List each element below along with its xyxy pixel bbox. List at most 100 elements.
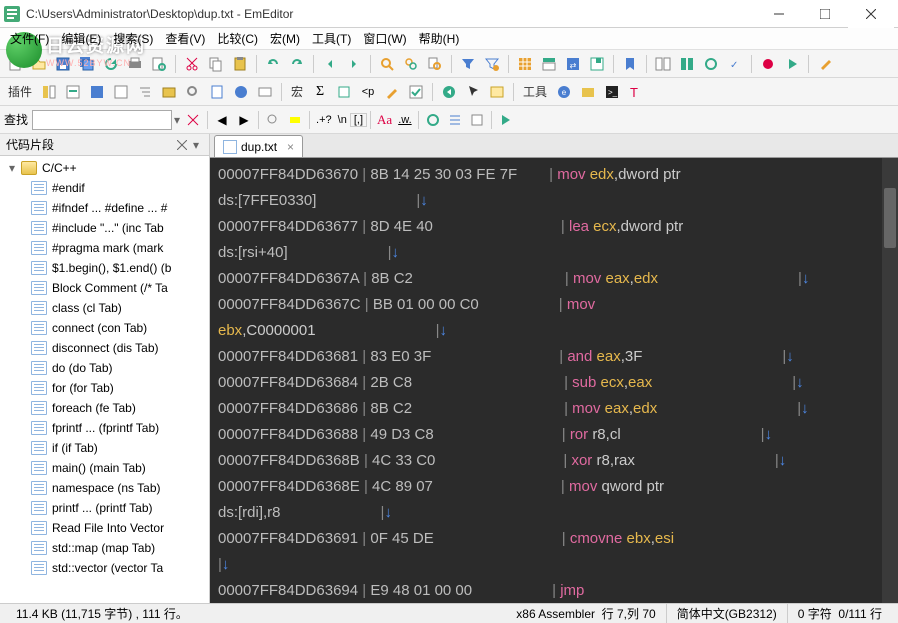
search-plugin-icon[interactable]: [182, 81, 204, 103]
snippets-pin-icon[interactable]: ▾: [189, 138, 203, 152]
convert-csv-icon[interactable]: ⇄: [562, 53, 584, 75]
csv-mode-icon[interactable]: [514, 53, 536, 75]
sigma-icon[interactable]: Σ: [309, 81, 331, 103]
wordcomplete-icon[interactable]: [254, 81, 276, 103]
filter-icon[interactable]: [457, 53, 479, 75]
find-in-files-icon[interactable]: [424, 53, 446, 75]
snippet-item[interactable]: Read File Into Vector: [0, 518, 209, 538]
snippet-item[interactable]: std::map (map Tab): [0, 538, 209, 558]
heading-icon[interactable]: [538, 53, 560, 75]
snippet-item[interactable]: do (do Tab): [0, 358, 209, 378]
snippets-close-icon[interactable]: [175, 138, 189, 152]
close-button[interactable]: [848, 0, 894, 28]
snippet-item[interactable]: printf ... (printf Tab): [0, 498, 209, 518]
macro-check-icon[interactable]: [405, 81, 427, 103]
browser-icon[interactable]: e: [553, 81, 575, 103]
opendoc-icon[interactable]: [110, 81, 132, 103]
maximize-button[interactable]: [802, 0, 848, 28]
go-back-icon[interactable]: [438, 81, 460, 103]
paste-icon[interactable]: [229, 53, 251, 75]
properties-icon[interactable]: [814, 53, 836, 75]
find-case-icon[interactable]: Aa: [374, 112, 395, 128]
snippet-item[interactable]: main() (main Tab): [0, 458, 209, 478]
bookmark-icon[interactable]: [619, 53, 641, 75]
customize-icon[interactable]: T: [625, 81, 647, 103]
forward-icon[interactable]: [343, 53, 365, 75]
snippet-item[interactable]: if (if Tab): [0, 438, 209, 458]
run-macro-icon[interactable]: [781, 53, 803, 75]
cmd-icon[interactable]: >_: [601, 81, 623, 103]
macro-clean-icon[interactable]: [381, 81, 403, 103]
find-incremental-icon[interactable]: [262, 109, 284, 131]
menu-macro[interactable]: 宏(M): [264, 28, 306, 49]
sync-scroll-icon[interactable]: [676, 53, 698, 75]
snippet-item[interactable]: disconnect (dis Tab): [0, 338, 209, 358]
menu-compare[interactable]: 比较(C): [211, 28, 264, 49]
snippets-icon[interactable]: [206, 81, 228, 103]
find-advanced-icon[interactable]: [466, 109, 488, 131]
find-dropdown-icon[interactable]: ▾: [172, 113, 182, 127]
explorer2-icon[interactable]: [577, 81, 599, 103]
find-regex-icon[interactable]: .+?: [313, 114, 335, 126]
menu-search[interactable]: 搜索(S): [107, 28, 159, 49]
snippet-item[interactable]: $1.begin(), $1.end() (b: [0, 258, 209, 278]
snippet-item[interactable]: #endif: [0, 178, 209, 198]
menu-file[interactable]: 文件(F): [4, 28, 55, 49]
redo-icon[interactable]: [286, 53, 308, 75]
tree-folder-root[interactable]: ▾C/C++: [0, 158, 209, 178]
find-icon[interactable]: [376, 53, 398, 75]
macro-validate-icon[interactable]: [333, 81, 355, 103]
snippet-item[interactable]: namespace (ns Tab): [0, 478, 209, 498]
find-prev-icon[interactable]: ◀: [211, 109, 233, 131]
replace-icon[interactable]: [400, 53, 422, 75]
macro-tag-icon[interactable]: <p: [357, 81, 379, 103]
tab-dup[interactable]: dup.txt ×: [214, 135, 303, 157]
copy-icon[interactable]: [205, 53, 227, 75]
wrap-icon[interactable]: [486, 81, 508, 103]
outline-icon[interactable]: [134, 81, 156, 103]
find-count-icon[interactable]: [444, 109, 466, 131]
htmlbar-icon[interactable]: [86, 81, 108, 103]
find-go-icon[interactable]: [495, 109, 517, 131]
snippet-item[interactable]: class (cl Tab): [0, 298, 209, 318]
diff-icon[interactable]: [62, 81, 84, 103]
explorer-icon[interactable]: [38, 81, 60, 103]
compare-icon[interactable]: [652, 53, 674, 75]
find-wrap-icon[interactable]: [422, 109, 444, 131]
webpreview-icon[interactable]: [230, 81, 252, 103]
status-encoding[interactable]: 简体中文(GB2312): [667, 604, 788, 623]
find-input[interactable]: [32, 110, 172, 130]
projects-icon[interactable]: [158, 81, 180, 103]
cut-icon[interactable]: [181, 53, 203, 75]
find-word-icon[interactable]: .w.: [395, 114, 414, 126]
snippet-item[interactable]: Block Comment (/* Ta: [0, 278, 209, 298]
cell-select-icon[interactable]: [586, 53, 608, 75]
snippet-item[interactable]: connect (con Tab): [0, 318, 209, 338]
minimize-button[interactable]: [756, 0, 802, 28]
snippet-item[interactable]: foreach (fe Tab): [0, 398, 209, 418]
vertical-scrollbar[interactable]: [882, 158, 898, 603]
menu-help[interactable]: 帮助(H): [413, 28, 466, 49]
find-highlight-icon[interactable]: [284, 109, 306, 131]
menu-tools[interactable]: 工具(T): [306, 28, 357, 49]
snippet-item[interactable]: fprintf ... (fprintf Tab): [0, 418, 209, 438]
find-escape-icon[interactable]: \n: [335, 114, 350, 126]
reset-compare-icon[interactable]: [700, 53, 722, 75]
undo-icon[interactable]: [262, 53, 284, 75]
snippet-item[interactable]: std::vector (vector Ta: [0, 558, 209, 578]
print-preview-icon[interactable]: [148, 53, 170, 75]
tab-close-icon[interactable]: ×: [281, 140, 294, 154]
spell-icon[interactable]: ✓: [724, 53, 746, 75]
advanced-filter-icon[interactable]: [481, 53, 503, 75]
find-number-icon[interactable]: [,]: [350, 113, 367, 127]
snippet-item[interactable]: #include "..." (inc Tab: [0, 218, 209, 238]
snippet-item[interactable]: #ifndef ... #define ... #: [0, 198, 209, 218]
record-macro-icon[interactable]: [757, 53, 779, 75]
find-next-icon[interactable]: ▶: [233, 109, 255, 131]
snippet-item[interactable]: for (for Tab): [0, 378, 209, 398]
cursor-icon[interactable]: [462, 81, 484, 103]
back-icon[interactable]: [319, 53, 341, 75]
menu-window[interactable]: 窗口(W): [357, 28, 412, 49]
menu-view[interactable]: 查看(V): [159, 28, 211, 49]
code-editor[interactable]: 00007FF84DD63670 | 8B 14 25 30 03 FE 7F|…: [210, 158, 898, 603]
